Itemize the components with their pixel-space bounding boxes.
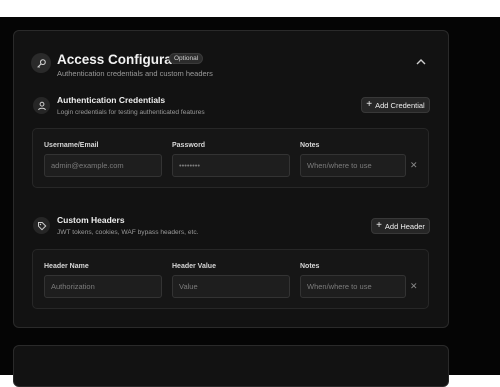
auth-credentials-title: Authentication Credentials xyxy=(57,95,166,105)
optional-badge: Optional xyxy=(169,53,204,64)
header-notes-input[interactable]: When/where to use xyxy=(300,275,406,298)
close-icon[interactable]: ✕ xyxy=(410,281,418,292)
custom-headers-title: Custom Headers xyxy=(57,215,125,225)
add-header-label: Add Header xyxy=(384,221,425,231)
custom-headers-subtitle: JWT tokens, cookies, WAF bypass headers,… xyxy=(57,229,199,236)
add-header-button[interactable]: + Add Header xyxy=(371,218,430,234)
header-notes-column-label: Notes xyxy=(300,263,320,270)
user-icon xyxy=(33,97,50,114)
notes-column-label: Notes xyxy=(300,142,320,149)
header-name-input[interactable]: Authorization xyxy=(44,275,162,298)
access-configuration-card: Access Configuration Optional Authentica… xyxy=(13,30,449,328)
credential-row-panel: Username/Email Password Notes admin@exam… xyxy=(32,128,429,188)
username-column-label: Username/Email xyxy=(44,142,99,149)
plus-icon: + xyxy=(376,220,382,231)
header-name-column-label: Header Name xyxy=(44,263,89,270)
add-credential-label: Add Credential xyxy=(375,100,425,110)
tag-icon xyxy=(33,217,50,234)
close-icon[interactable]: ✕ xyxy=(410,160,418,171)
password-input[interactable]: •••••••• xyxy=(172,154,290,177)
header-value-input[interactable]: Value xyxy=(172,275,290,298)
key-icon xyxy=(31,53,51,73)
credential-notes-input[interactable]: When/where to use xyxy=(300,154,406,177)
add-credential-button[interactable]: + Add Credential xyxy=(361,97,430,113)
next-section-card xyxy=(13,345,449,387)
auth-credentials-subtitle: Login credentials for testing authentica… xyxy=(57,109,205,116)
username-input[interactable]: admin@example.com xyxy=(44,154,162,177)
section-subtitle: Authentication credentials and custom he… xyxy=(57,69,213,78)
chevron-up-icon[interactable] xyxy=(415,57,427,67)
password-column-label: Password xyxy=(172,142,206,149)
plus-icon: + xyxy=(366,99,373,110)
header-value-column-label: Header Value xyxy=(172,263,216,270)
header-row-panel: Header Name Header Value Notes Authoriza… xyxy=(32,249,429,309)
